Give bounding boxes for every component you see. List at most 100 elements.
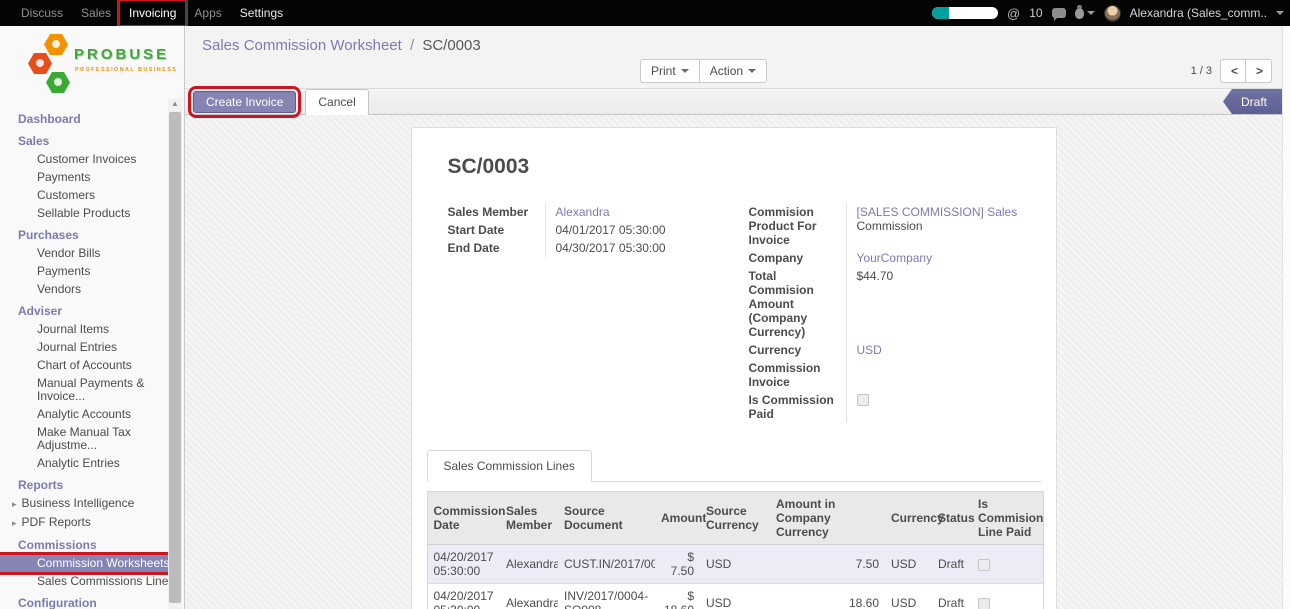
sidebar-item-sales-commissions-lines[interactable]: Sales Commissions Lines — [0, 573, 184, 590]
user-menu[interactable]: Alexandra (Sales_comm.. — [1130, 6, 1267, 20]
print-button[interactable]: Print — [640, 59, 700, 83]
field-label-currency: Currency — [749, 341, 846, 359]
sidebar-item-label: Purchases — [18, 228, 79, 242]
table-row[interactable]: 04/20/2017 05:30:00AlexandraCUST.IN/2017… — [427, 545, 1043, 584]
messages-icon[interactable] — [1052, 8, 1066, 18]
print-chevron-icon — [681, 69, 689, 77]
sidebar-item-journal-entries[interactable]: Journal Entries — [0, 339, 184, 356]
column-header-commission-date[interactable]: Commission Date — [427, 492, 500, 545]
sidebar-item-customers[interactable]: Customers — [0, 187, 184, 204]
activity-at-icon[interactable]: @ — [1007, 6, 1020, 21]
sidebar-section-sales: Sales — [0, 133, 184, 150]
menu-apps[interactable]: Apps — [185, 1, 230, 25]
tab-sales-commission-lines[interactable]: Sales Commission Lines — [427, 450, 592, 482]
sidebar-item-payments[interactable]: Payments — [0, 263, 184, 280]
sidebar-item-label: Journal Items — [37, 322, 109, 336]
field-label-sales-member: Sales Member — [448, 203, 545, 221]
sidebar-section-commissions: Commissions — [0, 537, 184, 554]
activity-count[interactable]: 10 — [1029, 6, 1042, 20]
planner-progressbar[interactable] — [932, 7, 998, 19]
topbar-divider — [186, 0, 187, 26]
sidebar-item-chart-of-accounts[interactable]: Chart of Accounts — [0, 357, 184, 374]
field-link-company[interactable]: YourCompany — [857, 251, 933, 265]
action-chevron-icon — [748, 69, 756, 77]
action-button[interactable]: Action — [700, 59, 767, 83]
sidebar-item-label: PDF Reports — [22, 515, 91, 529]
sidebar-item-label: Adviser — [18, 304, 62, 318]
statusbar: Create Invoice Cancel Draft — [185, 88, 1282, 115]
sidebar-item-sellable-products[interactable]: Sellable Products — [0, 205, 184, 222]
sidebar-item-pdf-reports[interactable]: ▸ PDF Reports — [0, 514, 184, 532]
breadcrumb-separator: / — [406, 37, 418, 54]
planner-progress-fill — [932, 7, 949, 19]
scroll-up-arrow-icon[interactable]: ▲ — [168, 98, 182, 110]
cell-source: CUST.IN/2017/0001 — [558, 545, 655, 584]
cell-date: 04/20/2017 05:30:00 — [427, 584, 500, 609]
page-scrollbar[interactable] — [1282, 26, 1290, 609]
menu-sales[interactable]: Sales — [72, 1, 120, 25]
column-header-source-document[interactable]: Source Document — [558, 492, 655, 545]
sidebar-item-label: Payments — [37, 264, 90, 278]
column-header-status[interactable]: Status — [932, 492, 972, 545]
line-paid-checkbox[interactable] — [978, 559, 990, 571]
field-link-currency[interactable]: USD — [857, 343, 882, 357]
cell-source: INV/2017/0004-SO008 — [558, 584, 655, 609]
expand-arrow-icon: ▸ — [12, 499, 17, 509]
field-value-sales-member: Alexandra — [545, 203, 719, 221]
breadcrumb: Sales Commission Worksheet / SC/0003 — [185, 26, 1282, 56]
sidebar-section-purchases: Purchases — [0, 227, 184, 244]
debug-menu[interactable] — [1075, 7, 1095, 19]
column-header-source-currency[interactable]: Source Currency — [700, 492, 770, 545]
field-link-sales-member[interactable]: Alexandra — [556, 205, 610, 219]
sidebar-item-journal-items[interactable]: Journal Items — [0, 321, 184, 338]
menu-invoicing[interactable]: Invoicing — [120, 1, 185, 25]
cell-currency: USD — [885, 545, 932, 584]
sidebar-item-commission-worksheets[interactable]: Commission Worksheets — [0, 555, 172, 572]
menu-settings[interactable]: Settings — [231, 1, 292, 25]
create-invoice-button[interactable]: Create Invoice — [193, 91, 296, 113]
sidebar-item-make-manual-tax-adjustme[interactable]: Make Manual Tax Adjustme... — [0, 424, 184, 454]
column-header-sales-member[interactable]: Sales Member — [500, 492, 558, 545]
topbar-right-cluster: @ 10 Alexandra (Sales_comm.. — [932, 0, 1284, 26]
sidebar-item-customer-invoices[interactable]: Customer Invoices — [0, 151, 184, 168]
bug-icon[interactable] — [1075, 8, 1084, 19]
column-header-amount-in-company-currency[interactable]: Amount in Company Currency — [770, 492, 885, 545]
field-link-commision-product-for-invoice[interactable]: [SALES COMMISSION] Sales — [857, 205, 1018, 219]
sidebar-item-payments[interactable]: Payments — [0, 169, 184, 186]
user-menu-chevron-icon[interactable] — [1276, 11, 1284, 19]
expand-arrow-icon: ▸ — [12, 518, 17, 528]
sidebar-item-label: Customers — [37, 188, 95, 202]
sidebar-item-analytic-accounts[interactable]: Analytic Accounts — [0, 406, 184, 423]
pager-next-button[interactable]: > — [1246, 59, 1272, 83]
table-row[interactable]: 04/20/2017 05:30:00AlexandraINV/2017/000… — [427, 584, 1043, 609]
line-paid-checkbox[interactable] — [978, 598, 990, 609]
field-value-commission-invoice — [846, 359, 1020, 391]
sidebar-scrollbar-thumb[interactable] — [169, 112, 181, 603]
cell-amount_company: 7.50 — [770, 545, 885, 584]
column-header-amount[interactable]: Amount — [655, 492, 700, 545]
avatar[interactable] — [1104, 5, 1121, 22]
cell-member: Alexandra — [500, 584, 558, 609]
pager-previous-button[interactable]: < — [1220, 59, 1246, 83]
sidebar-item-vendors[interactable]: Vendors — [0, 281, 184, 298]
sidebar: PROBUSE PROFESSIONAL BUSINESS DashboardS… — [0, 26, 185, 609]
column-header-is-commision-line-paid[interactable]: Is Commision Line Paid — [972, 492, 1043, 545]
sidebar-item-vendor-bills[interactable]: Vendor Bills — [0, 245, 184, 262]
column-header-currency[interactable]: Currency — [885, 492, 932, 545]
form-content-background: SC/0003 Sales MemberAlexandraStart Date0… — [185, 115, 1282, 609]
sidebar-item-manual-payments-invoice[interactable]: Manual Payments & Invoice... — [0, 375, 184, 405]
sidebar-item-label: Customer Invoices — [37, 152, 136, 166]
sidebar-item-analytic-entries[interactable]: Analytic Entries — [0, 455, 184, 472]
field-value-total-commision-amount-company-currency: $44.70 — [846, 267, 1020, 341]
sidebar-item-business-intelligence[interactable]: ▸Business Intelligence — [0, 495, 184, 513]
sidebar-item-label: Payments — [37, 170, 90, 184]
menu-discuss[interactable]: Discuss — [12, 1, 72, 25]
field-label-is-commission-paid: Is Commission Paid — [749, 391, 846, 423]
sidebar-scrollbar[interactable]: ▲ — [168, 98, 182, 609]
cancel-button[interactable]: Cancel — [305, 89, 368, 115]
checkbox-is-commission-paid[interactable] — [857, 394, 869, 406]
topbar-menus: DiscussSalesInvoicingAppsSettings — [0, 0, 292, 26]
logo-hexagon-search-icon — [28, 53, 52, 74]
breadcrumb-parent-link[interactable]: Sales Commission Worksheet — [202, 37, 402, 54]
cell-amount: $ 18.60 — [655, 584, 700, 609]
